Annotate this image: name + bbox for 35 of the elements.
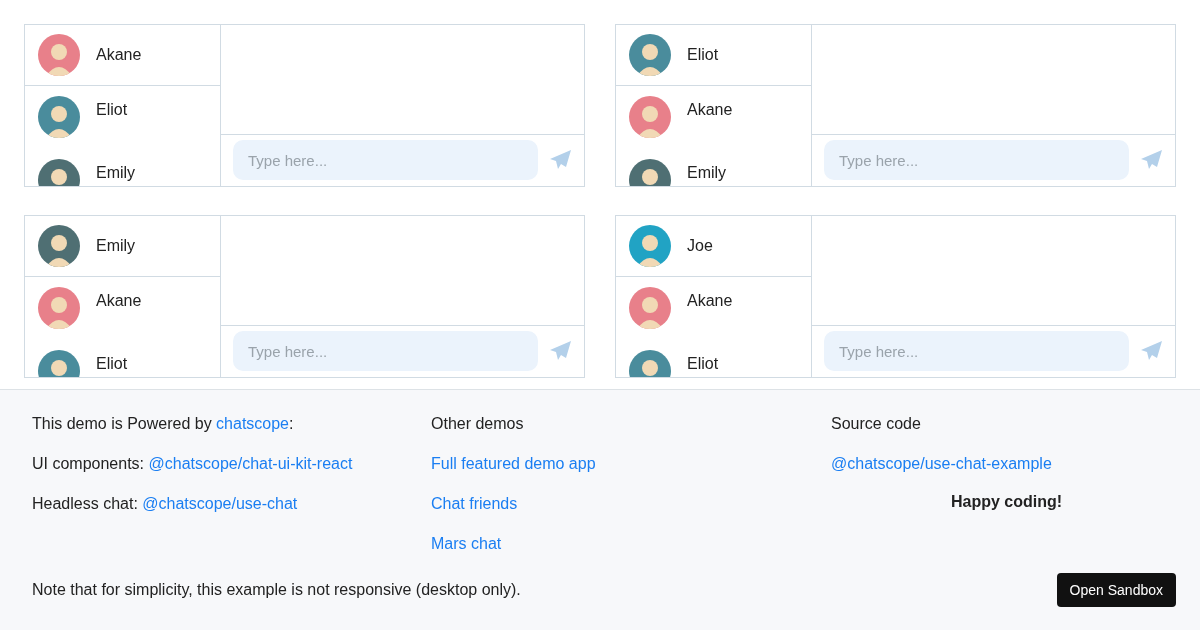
contact-name[interactable]: Eliot xyxy=(684,350,719,373)
message-input[interactable]: Type here... xyxy=(824,140,1129,180)
tagline: Happy coding! xyxy=(951,493,1064,511)
contact-name[interactable]: Eliot xyxy=(684,46,719,64)
link[interactable]: Chat friends xyxy=(431,495,518,512)
footer-text: Other demos xyxy=(431,415,525,433)
open-sandbox-button[interactable]: Open Sandbox xyxy=(1056,573,1176,607)
send-icon[interactable] xyxy=(550,341,572,361)
contact-name[interactable]: Eliot xyxy=(93,96,128,119)
link[interactable]: @chatscope/use-chat-example xyxy=(831,455,1052,472)
link[interactable]: @chatscope/chat-ui-kit-react xyxy=(148,455,353,472)
contact-name[interactable]: Emily xyxy=(93,237,136,255)
footer-text: This demo is Powered by chatscope: xyxy=(32,415,295,433)
link[interactable]: chatscope xyxy=(216,415,289,432)
footer-text: Source code xyxy=(831,415,922,433)
note-text: Note that for simplicity, this example is not responsive (desktop only). xyxy=(32,581,521,599)
send-icon[interactable] xyxy=(550,150,572,170)
contact-name[interactable]: Joe xyxy=(684,237,713,255)
contact-name[interactable]: Akane xyxy=(93,287,142,310)
message-input[interactable]: Type here... xyxy=(233,331,538,371)
contact-name[interactable]: Akane xyxy=(93,46,142,64)
link[interactable]: Full featured demo app xyxy=(431,455,596,472)
link[interactable]: @chatscope/use-chat xyxy=(142,495,298,512)
link[interactable]: Mars chat xyxy=(431,535,502,552)
contact-name[interactable]: Eliot xyxy=(93,350,128,373)
contact-name[interactable]: Akane xyxy=(684,96,733,119)
send-icon[interactable] xyxy=(1141,150,1163,170)
footer-text: Headless chat: @chatscope/use-chat xyxy=(32,495,299,513)
contact-name[interactable]: Akane xyxy=(684,287,733,310)
send-icon[interactable] xyxy=(1141,341,1163,361)
footer-text: UI components: @chatscope/chat-ui-kit-react xyxy=(32,455,354,473)
message-input[interactable]: Type here... xyxy=(233,140,538,180)
contact-name[interactable]: Emily xyxy=(684,159,727,182)
contact-name[interactable]: Emily xyxy=(93,159,136,182)
message-input[interactable]: Type here... xyxy=(824,331,1129,371)
